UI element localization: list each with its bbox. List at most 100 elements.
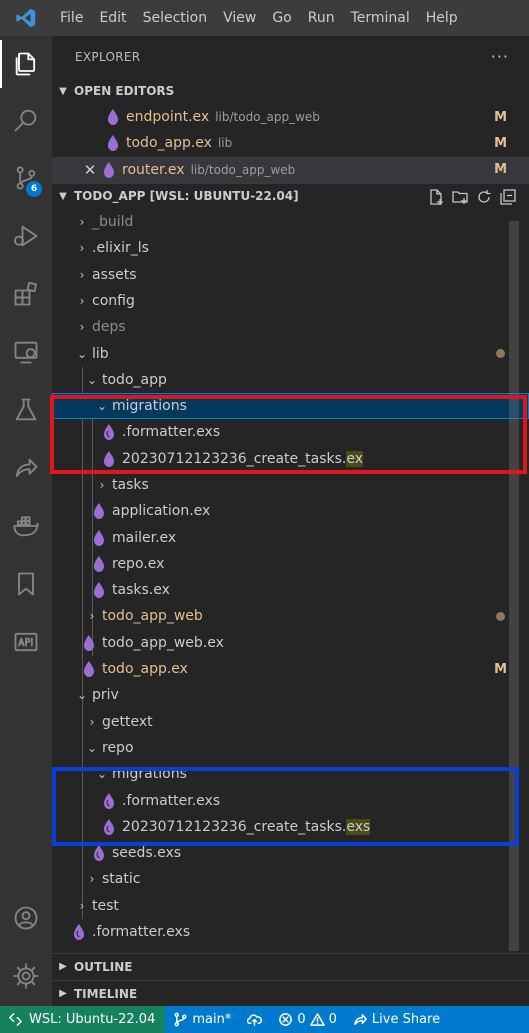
folder-label: repo <box>102 739 134 756</box>
warning-count: 0 <box>328 1012 337 1027</box>
folder-label: assets <box>92 266 137 283</box>
remote-explorer-icon[interactable] <box>0 328 52 376</box>
warning-icon <box>309 1013 325 1026</box>
remote-indicator[interactable]: WSL: Ubuntu-22.04 <box>0 1006 166 1033</box>
live-share-status[interactable]: Live Share <box>345 1012 448 1027</box>
chevron-right-icon: › <box>79 293 85 308</box>
menu-edit[interactable]: Edit <box>91 0 134 36</box>
tree-folder[interactable]: ⌄ repo <box>52 735 529 761</box>
testing-icon[interactable] <box>0 386 52 434</box>
menu-help[interactable]: Help <box>418 0 466 36</box>
open-editor-path: lib/todo_app_web <box>190 162 296 177</box>
open-editor-item[interactable]: todo_app.ex lib M <box>52 130 529 156</box>
tree-file[interactable]: mailer.ex <box>52 524 529 550</box>
menu-go[interactable]: Go <box>264 0 299 36</box>
chevron-down-icon: ⌄ <box>76 346 88 361</box>
tree-folder[interactable]: › test <box>52 893 529 919</box>
tree-folder[interactable]: › _build <box>52 209 529 235</box>
chevron-right-icon: › <box>79 898 85 913</box>
extensions-icon[interactable] <box>0 270 52 318</box>
folder-label: gettext <box>102 713 153 730</box>
elixir-file-icon <box>104 108 122 126</box>
folder-label: test <box>92 897 119 914</box>
menu-file[interactable]: File <box>52 0 91 36</box>
live-share-icon <box>354 1014 367 1025</box>
folder-label: config <box>92 292 135 309</box>
tree-file[interactable]: todo_app_web.ex <box>52 630 529 656</box>
docker-icon[interactable] <box>0 502 52 550</box>
tree-folder[interactable]: › config <box>52 288 529 314</box>
tree-file[interactable]: .formatter.exs <box>52 919 529 945</box>
tree-file[interactable]: application.ex <box>52 498 529 524</box>
menu-run[interactable]: Run <box>300 0 343 36</box>
run-debug-icon[interactable] <box>0 212 52 260</box>
open-editor-item[interactable]: ✕ router.ex lib/todo_app_web M <box>52 156 529 183</box>
explorer-icon[interactable] <box>0 40 52 88</box>
timeline-header[interactable]: ▶ TIMELINE <box>52 980 529 1006</box>
new-file-icon[interactable] <box>427 188 445 206</box>
blue-highlight-box <box>52 767 519 846</box>
file-label: todo_app_web.ex <box>102 634 224 651</box>
modified-dot <box>496 612 505 622</box>
workspace-title: TODO_APP [WSL: UBUNTU-22.04] <box>74 189 299 204</box>
vscode-logo-icon[interactable] <box>0 0 52 36</box>
new-folder-icon[interactable] <box>451 188 469 206</box>
manage-gear-icon[interactable] <box>0 952 52 1000</box>
chevron-right-icon: › <box>89 872 95 887</box>
remote-icon <box>9 1013 22 1026</box>
chevron-down-icon: ⌄ <box>76 688 88 703</box>
more-actions-icon[interactable]: ··· <box>491 47 509 66</box>
chevron-right-icon: › <box>79 241 85 256</box>
menu-terminal[interactable]: Terminal <box>343 0 418 36</box>
live-share-icon[interactable] <box>0 444 52 492</box>
problems-indicator[interactable]: 0 0 <box>270 1012 345 1027</box>
source-control-icon[interactable]: 6 <box>0 154 52 202</box>
tree-folder[interactable]: › todo_app_web <box>52 603 529 629</box>
branch-indicator[interactable]: main* <box>165 1012 239 1027</box>
api-icon[interactable] <box>0 618 52 666</box>
outline-header[interactable]: ▶ OUTLINE <box>52 953 529 979</box>
search-icon[interactable] <box>0 96 52 144</box>
tree-file[interactable]: tasks.ex <box>52 577 529 603</box>
sync-indicator[interactable] <box>239 1012 270 1027</box>
file-label: mailer.ex <box>112 529 177 546</box>
file-label: application.ex <box>112 503 211 520</box>
open-editor-name: router.ex <box>122 161 185 178</box>
tree-folder[interactable]: › static <box>52 866 529 892</box>
open-editor-path: lib <box>217 136 233 151</box>
tree-folder[interactable]: › tasks <box>52 472 529 498</box>
accounts-icon[interactable] <box>0 894 52 942</box>
open-editor-path: lib/todo_app_web <box>215 110 320 125</box>
elixir-file-icon <box>104 134 122 152</box>
tree-folder[interactable]: ⌄ priv <box>52 682 529 708</box>
menu-selection[interactable]: Selection <box>135 0 216 36</box>
tree-file[interactable]: todo_app.ex M <box>52 656 529 682</box>
close-icon[interactable]: ✕ <box>80 161 100 179</box>
tree-folder[interactable]: › gettext <box>52 709 529 735</box>
folder-label: priv <box>92 687 119 704</box>
open-editor-item[interactable]: endpoint.ex lib/todo_app_web M <box>52 104 529 130</box>
elixir-file-icon <box>80 634 98 652</box>
collapse-all-icon[interactable] <box>499 188 517 206</box>
tree-folder[interactable]: › deps <box>52 314 529 340</box>
chevron-down-icon: ⌄ <box>86 372 98 387</box>
refresh-icon[interactable] <box>475 188 493 206</box>
modified-status: M <box>494 109 507 125</box>
chevron-right-icon: › <box>99 478 105 492</box>
bookmarks-icon[interactable] <box>0 560 52 608</box>
tree-folder[interactable]: ⌄ todo_app <box>52 367 529 393</box>
workspace-header[interactable]: ▼ TODO_APP [WSL: UBUNTU-22.04] <box>52 182 529 209</box>
tree-file[interactable]: repo.ex <box>52 551 529 577</box>
menu-view[interactable]: View <box>215 0 264 36</box>
chevron-right-icon: › <box>89 609 95 624</box>
file-label: seeds.exs <box>112 845 182 862</box>
tree-folder[interactable]: › assets <box>52 261 529 287</box>
folder-label: .elixir_ls <box>92 240 149 257</box>
open-editors-header[interactable]: ▼ OPEN EDITORS <box>52 78 529 104</box>
tree-folder[interactable]: ⌄ lib <box>52 340 529 366</box>
file-label: tasks.ex <box>112 582 170 599</box>
elixir-script-icon <box>90 844 108 862</box>
explorer-sidebar: EXPLORER ··· ▼ OPEN EDITORS endpoint.ex … <box>52 36 529 1006</box>
tree-folder[interactable]: › .elixir_ls <box>52 235 529 261</box>
file-label: .formatter.exs <box>92 924 191 941</box>
